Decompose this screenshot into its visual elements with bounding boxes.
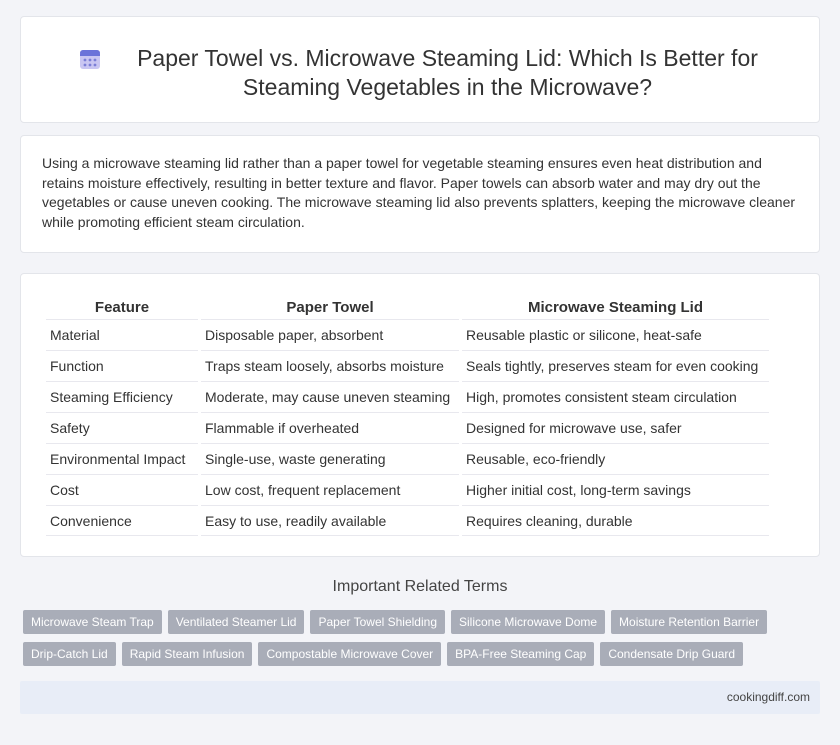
table-cell-paper-towel: Flammable if overheated [201, 412, 459, 443]
table-header-row: Feature Paper Towel Microwave Steaming L… [46, 297, 769, 319]
tag-paper-towel-shielding[interactable]: Paper Towel Shielding [310, 610, 445, 634]
title-card: Paper Towel vs. Microwave Steaming Lid: … [20, 16, 820, 123]
related-terms-tags: Microwave Steam Trap Ventilated Steamer … [23, 610, 823, 674]
tag-bpa-free-steaming-cap[interactable]: BPA-Free Steaming Cap [447, 642, 595, 666]
intro-card: Using a microwave steaming lid rather th… [20, 135, 820, 253]
table-cell-paper-towel: Traps steam loosely, absorbs moisture [201, 350, 459, 381]
tag-rapid-steam-infusion[interactable]: Rapid Steam Infusion [121, 642, 253, 666]
tag-row: Microwave Steam Trap Ventilated Steamer … [23, 610, 823, 634]
table-cell-steaming-lid: High, promotes consistent steam circulat… [462, 381, 769, 412]
tag-ventilated-steamer-lid[interactable]: Ventilated Steamer Lid [167, 610, 305, 634]
table-cell-feature: Safety [46, 412, 198, 443]
tag-condensate-drip-guard[interactable]: Condensate Drip Guard [600, 642, 744, 666]
table-cell-feature: Cost [46, 474, 198, 505]
tag-silicone-microwave-dome[interactable]: Silicone Microwave Dome [451, 610, 606, 634]
page-title: Paper Towel vs. Microwave Steaming Lid: … [137, 45, 758, 100]
table-cell-steaming-lid: Designed for microwave use, safer [462, 412, 769, 443]
table-row: Safety Flammable if overheated Designed … [46, 412, 769, 443]
column-header-paper-towel: Paper Towel [286, 299, 374, 316]
table-row: Function Traps steam loosely, absorbs mo… [46, 350, 769, 381]
table-row: Environmental Impact Single-use, waste g… [46, 443, 769, 474]
tag-moisture-retention-barrier[interactable]: Moisture Retention Barrier [611, 610, 768, 634]
intro-paragraph: Using a microwave steaming lid rather th… [42, 155, 796, 230]
column-header-steaming-lid: Microwave Steaming Lid [527, 299, 704, 316]
table-cell-paper-towel: Disposable paper, absorbent [201, 319, 459, 350]
tag-row: Drip-Catch Lid Rapid Steam Infusion Comp… [23, 642, 823, 666]
column-header-feature: Feature [94, 299, 150, 316]
table-cell-steaming-lid: Higher initial cost, long-term savings [462, 474, 769, 505]
table-cell-steaming-lid: Reusable plastic or silicone, heat-safe [462, 319, 769, 350]
table-row: Convenience Easy to use, readily availab… [46, 505, 769, 536]
table-cell-paper-towel: Low cost, frequent replacement [201, 474, 459, 505]
table-cell-feature: Material [46, 319, 198, 350]
tag-drip-catch-lid[interactable]: Drip-Catch Lid [23, 642, 116, 666]
tag-microwave-steam-trap[interactable]: Microwave Steam Trap [23, 610, 162, 634]
comparison-table: Feature Paper Towel Microwave Steaming L… [43, 297, 772, 536]
table-cell-feature: Function [46, 350, 198, 381]
table-row: Material Disposable paper, absorbent Reu… [46, 319, 769, 350]
table-cell-steaming-lid: Requires cleaning, durable [462, 505, 769, 536]
footer-site-link[interactable]: cookingdiff.com [727, 690, 810, 704]
footer: cookingdiff.com [20, 681, 820, 714]
table-cell-paper-towel: Easy to use, readily available [201, 505, 459, 536]
table-row: Steaming Efficiency Moderate, may cause … [46, 381, 769, 412]
table-cell-feature: Environmental Impact [46, 443, 198, 474]
table-cell-paper-towel: Single-use, waste generating [201, 443, 459, 474]
table-cell-steaming-lid: Seals tightly, preserves steam for even … [462, 350, 769, 381]
related-terms-heading: Important Related Terms [332, 578, 508, 595]
table-cell-paper-towel: Moderate, may cause uneven steaming [201, 381, 459, 412]
comparison-card: Feature Paper Towel Microwave Steaming L… [20, 273, 820, 557]
tag-compostable-microwave-cover[interactable]: Compostable Microwave Cover [258, 642, 442, 666]
table-cell-feature: Steaming Efficiency [46, 381, 198, 412]
table-cell-steaming-lid: Reusable, eco-friendly [462, 443, 769, 474]
table-cell-feature: Convenience [46, 505, 198, 536]
table-row: Cost Low cost, frequent replacement High… [46, 474, 769, 505]
